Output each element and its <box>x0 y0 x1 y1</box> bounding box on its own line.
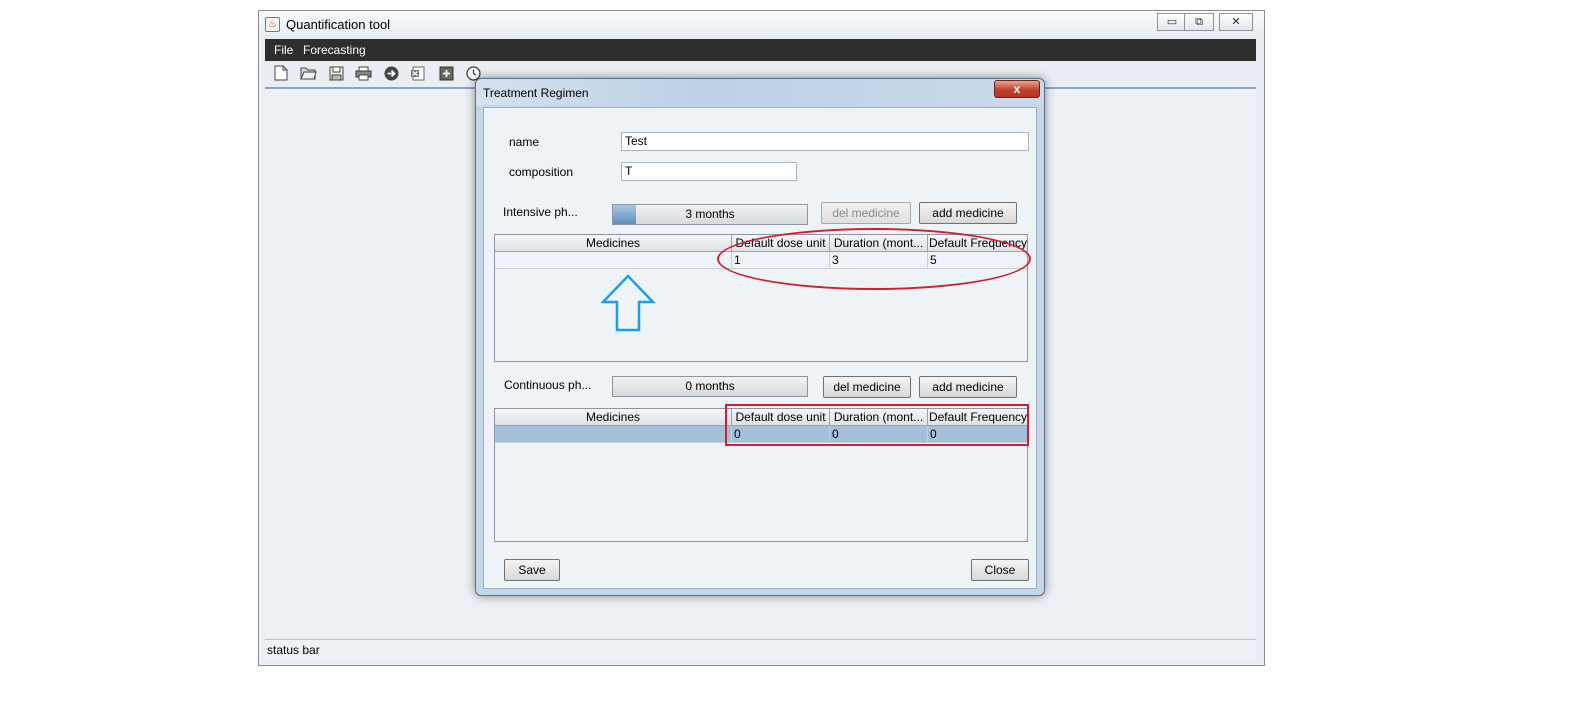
close-window-button[interactable]: ✕ <box>1219 13 1253 31</box>
main-titlebar: ♨ Quantification tool ▭ ⧉ ✕ <box>259 11 1264 39</box>
add-icon <box>439 66 453 80</box>
up-arrow-icon <box>601 274 655 332</box>
continuous-duration-bar[interactable]: 0 months <box>612 376 808 397</box>
name-input[interactable]: Test <box>621 132 1029 151</box>
menu-forecasting[interactable]: Forecasting <box>303 43 366 57</box>
minimize-button[interactable]: ▭ <box>1157 13 1187 31</box>
open-folder-icon <box>299 67 317 80</box>
continuous-add-medicine-button[interactable]: add medicine <box>919 376 1017 398</box>
status-bar: status bar <box>265 639 1256 659</box>
save-icon <box>329 66 343 80</box>
dialog-title: Treatment Regimen <box>483 86 589 100</box>
column-header-medicines[interactable]: Medicines <box>495 235 732 252</box>
dialog-close-button[interactable]: x <box>994 80 1040 98</box>
dialog-body: name Test composition T Intensive ph... … <box>483 107 1037 589</box>
status-text: status bar <box>267 643 320 657</box>
next-arrow-icon <box>384 66 398 80</box>
cell-medicine[interactable] <box>495 426 732 443</box>
intensive-duration-fill <box>613 205 637 224</box>
save-toolbar-button[interactable] <box>326 63 346 83</box>
composition-input[interactable]: T <box>621 162 797 181</box>
java-app-icon: ♨ <box>265 17 280 32</box>
minimize-icon: ▭ <box>1166 16 1178 28</box>
annotation-ellipse <box>717 228 1031 290</box>
name-label: name <box>509 135 540 149</box>
new-file-button[interactable] <box>271 63 291 83</box>
intensive-add-medicine-button[interactable]: add medicine <box>919 202 1017 224</box>
close-button[interactable]: Close <box>971 559 1029 581</box>
maximize-button[interactable]: ⧉ <box>1184 13 1214 31</box>
maximize-icon: ⧉ <box>1195 16 1203 28</box>
print-button[interactable] <box>353 63 373 83</box>
excel-export-button[interactable] <box>407 63 427 83</box>
continuous-duration-text: 0 months <box>685 379 735 393</box>
window-title: Quantification tool <box>286 17 391 32</box>
continuous-phase-label: Continuous ph... <box>504 378 592 392</box>
intensive-phase-label: Intensive ph... <box>503 205 578 219</box>
close-icon: ✕ <box>1231 16 1241 28</box>
annotation-rectangle <box>725 404 1029 446</box>
print-icon <box>355 66 371 80</box>
intensive-duration-bar[interactable]: 3 months <box>612 204 808 225</box>
treatment-regimen-dialog: Treatment Regimen x name Test compositio… <box>475 78 1045 596</box>
next-button[interactable] <box>381 63 401 83</box>
new-file-icon <box>274 65 288 81</box>
save-button[interactable]: Save <box>504 559 560 581</box>
dialog-titlebar[interactable]: Treatment Regimen x <box>476 79 1044 105</box>
intensive-duration-text: 3 months <box>685 207 735 221</box>
open-button[interactable] <box>298 63 318 83</box>
intensive-del-medicine-button[interactable]: del medicine <box>821 202 911 224</box>
excel-icon <box>410 66 424 80</box>
cell-medicine[interactable] <box>495 252 732 269</box>
column-header-medicines[interactable]: Medicines <box>495 409 732 426</box>
composition-label: composition <box>509 165 574 179</box>
add-toolbar-button[interactable] <box>436 63 456 83</box>
menu-file[interactable]: File <box>274 43 293 57</box>
menubar: File Forecasting <box>265 39 1256 61</box>
continuous-del-medicine-button[interactable]: del medicine <box>823 376 911 398</box>
close-icon: x <box>1013 82 1021 96</box>
